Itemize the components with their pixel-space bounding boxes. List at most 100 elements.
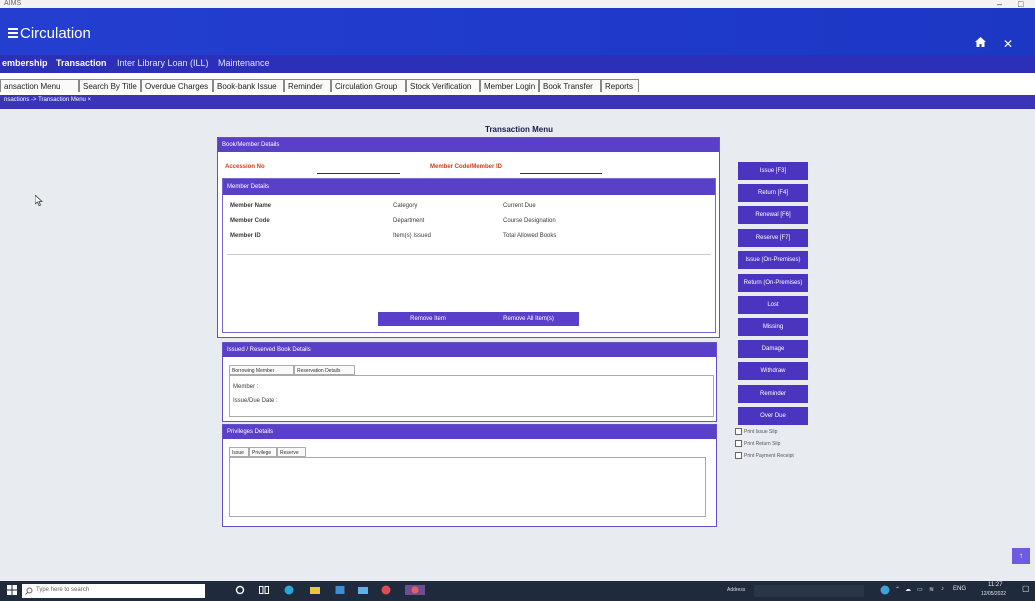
file-explorer-icon[interactable]	[310, 585, 320, 595]
tray-chevron-icon[interactable]: ⌃	[895, 586, 900, 593]
issue-on-premises-button[interactable]: Issue (On-Premises)	[738, 251, 808, 269]
store-icon[interactable]	[335, 585, 345, 595]
remove-item-button[interactable]: Remove Item	[378, 312, 478, 326]
member-details-header: Member Details	[223, 179, 715, 195]
taskbar-search-input[interactable]: Type here to search	[22, 584, 205, 598]
minimize-button[interactable]: –	[997, 0, 1002, 9]
issued-reserved-panel: Issued / Reserved Book Details Borrowing…	[222, 342, 717, 422]
print-issue-slip-checkbox[interactable]: Print Issue Slip	[735, 428, 777, 435]
tab-issue[interactable]: Issue	[229, 447, 249, 457]
items-issued-label: Item(s) Issued	[393, 233, 432, 239]
windows-start-icon[interactable]	[7, 585, 17, 595]
scroll-top-button[interactable]: ↑	[1012, 548, 1030, 564]
menu-membership[interactable]: embership	[2, 58, 48, 68]
address-toolbar[interactable]: Address	[727, 585, 864, 597]
tab-book-bank-issue[interactable]: Book-bank Issue	[213, 79, 284, 92]
search-placeholder: Type here to search	[36, 587, 90, 593]
tab-reminder[interactable]: Reminder	[284, 79, 331, 92]
return-button[interactable]: Return [F4]	[738, 184, 808, 202]
maximize-button[interactable]: □	[1018, 0, 1023, 9]
issued-content-box: Member : Issue/Due Date :	[229, 375, 714, 417]
onedrive-icon[interactable]: ☁	[905, 586, 911, 593]
damage-button[interactable]: Damage	[738, 340, 808, 358]
current-due-label: Current Due	[503, 203, 536, 209]
print-payment-receipt-label: Print Payment Receipt	[744, 452, 794, 459]
tab-stock-verification[interactable]: Stock Verification	[406, 79, 480, 92]
app-icon[interactable]	[381, 585, 391, 595]
book-member-header: Book/Member Details	[218, 138, 719, 152]
tab-book-transfer[interactable]: Book Transfer	[539, 79, 601, 92]
withdraw-button[interactable]: Withdraw	[738, 362, 808, 380]
taskbar: Type here to search Address ⌃ ☁ ▭ ≋ ♪ EN…	[0, 581, 1035, 601]
battery-icon[interactable]: ▭	[917, 586, 923, 593]
edge-icon[interactable]	[284, 585, 294, 595]
return-on-premises-button[interactable]: Return (On-Premises)	[738, 274, 808, 292]
print-return-slip-label: Print Return Slip	[744, 440, 781, 447]
privileges-header: Privileges Details	[223, 425, 716, 439]
divider	[227, 254, 711, 255]
issue-button[interactable]: Issue [F3]	[738, 162, 808, 180]
notifications-icon[interactable]: ▢	[1022, 584, 1030, 593]
address-input[interactable]	[754, 585, 864, 597]
tab-overdue-charges[interactable]: Overdue Charges	[141, 79, 213, 92]
active-app-icon[interactable]	[405, 585, 425, 595]
window-titlebar: AIMS – □	[0, 0, 1035, 9]
reminder-button[interactable]: Reminder	[738, 385, 808, 403]
issue-due-date-label: Issue/Due Date :	[233, 398, 278, 404]
missing-button[interactable]: Missing	[738, 318, 808, 336]
close-icon[interactable]: ✕	[1003, 37, 1013, 51]
remove-all-items-button[interactable]: Remove All Item(s)	[478, 312, 579, 326]
cortana-icon[interactable]	[235, 585, 245, 595]
member-code-field-label: Member Code	[230, 218, 270, 224]
tab-search-by-title[interactable]: Search By Title	[79, 79, 141, 92]
print-issue-slip-label: Print Issue Slip	[744, 428, 778, 435]
accession-input[interactable]	[317, 173, 400, 174]
member-details-panel: Member Details Member Name Member Code M…	[222, 178, 716, 333]
sub-tabbar: ansaction Menu Search By Title Overdue C…	[0, 73, 1035, 96]
clock-date[interactable]: 12/05/2022	[981, 591, 1006, 597]
privileges-panel: Privileges Details Issue Privilege Reser…	[222, 424, 717, 527]
breadcrumb-text[interactable]: nsactions -> Transaction Menu ×	[4, 97, 91, 103]
member-name-label: Member Name	[230, 203, 272, 209]
breadcrumb: nsactions -> Transaction Menu ×	[0, 95, 1035, 109]
tab-reserve[interactable]: Reserve	[277, 447, 306, 457]
volume-icon[interactable]: ♪	[941, 586, 944, 592]
app-title: Circulation	[20, 25, 91, 42]
total-allowed-books-label: Total Allowed Books	[503, 233, 557, 239]
over-due-button[interactable]: Over Due	[738, 407, 808, 425]
main-menubar: embership Transaction Inter Library Loan…	[0, 55, 1035, 73]
language-indicator[interactable]: ENG	[953, 586, 966, 592]
mail-icon[interactable]	[358, 585, 368, 595]
clock-time[interactable]: 11:27	[988, 582, 1003, 588]
category-label: Category	[393, 203, 418, 209]
reserve-button[interactable]: Reserve [F7]	[738, 229, 808, 247]
member-label: Member :	[233, 384, 259, 390]
mouse-cursor-icon	[35, 195, 43, 206]
print-payment-receipt-checkbox[interactable]: Print Payment Receipt	[735, 452, 794, 459]
window-title: AIMS	[4, 0, 22, 7]
privileges-content-box	[229, 457, 706, 517]
member-code-input[interactable]	[520, 173, 602, 174]
issued-reserved-header: Issued / Reserved Book Details	[223, 343, 716, 357]
menu-maintenance[interactable]: Maintenance	[218, 58, 270, 68]
address-label: Address	[727, 587, 746, 593]
tab-member-login[interactable]: Member Login	[480, 79, 539, 92]
tab-circulation-group[interactable]: Circulation Group	[331, 79, 406, 92]
accession-label: Accession No	[225, 164, 265, 170]
tab-reservation-details[interactable]: Reservation Details	[294, 365, 355, 375]
lost-button[interactable]: Lost	[738, 296, 808, 314]
tab-borrowing-member[interactable]: Borrowing Member	[229, 365, 294, 375]
menu-transaction[interactable]: Transaction	[56, 58, 107, 68]
hamburger-menu-icon[interactable]	[8, 28, 18, 38]
task-view-icon[interactable]	[259, 585, 269, 595]
home-icon[interactable]	[975, 37, 986, 50]
tab-reports[interactable]: Reports	[601, 79, 639, 92]
wifi-icon[interactable]: ≋	[929, 586, 934, 593]
menu-ill[interactable]: Inter Library Loan (ILL)	[117, 58, 209, 68]
renewal-button[interactable]: Renewal [F6]	[738, 206, 808, 224]
member-code-label: Member Code/Member ID	[430, 164, 503, 170]
tab-transaction-menu[interactable]: ansaction Menu	[0, 79, 79, 92]
print-return-slip-checkbox[interactable]: Print Return Slip	[735, 440, 780, 447]
tab-privilege[interactable]: Privilege	[249, 447, 277, 457]
weather-icon[interactable]	[880, 585, 890, 595]
